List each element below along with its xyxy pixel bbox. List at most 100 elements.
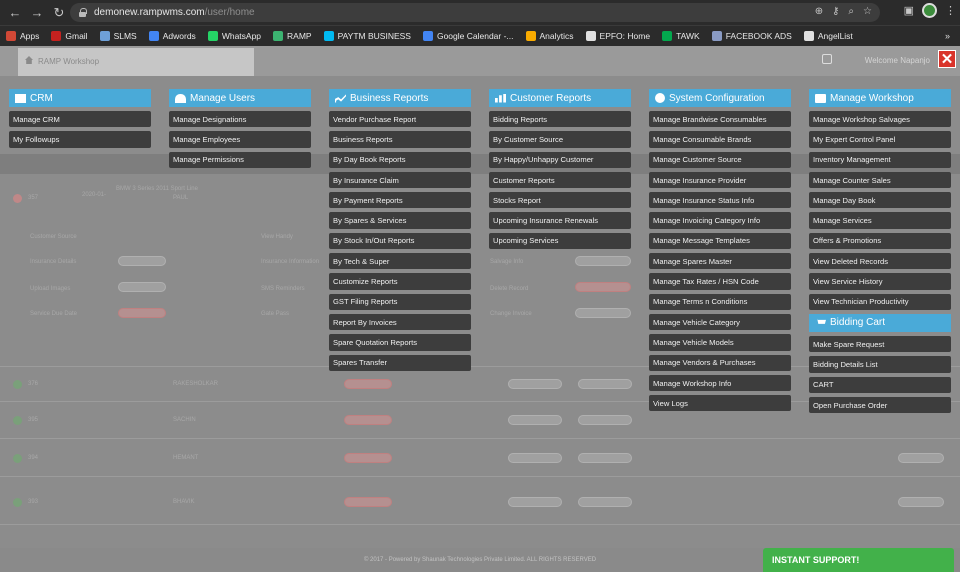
menu-item[interactable]: Manage Message Templates [649,232,791,250]
menu-item[interactable]: Manage Consumable Brands [649,131,791,148]
menu-item[interactable]: Offers & Promotions [809,232,951,250]
menu-item[interactable]: Manage Vendors & Purchases [649,354,791,371]
menu-item[interactable]: Manage Services [809,212,951,229]
menu-item[interactable]: Manage CRM [9,111,151,128]
close-menu-button[interactable]: ✕ [938,50,956,68]
back-arrow-icon[interactable]: ← [4,5,26,20]
menu-item[interactable]: Manage Insurance Status Info [649,192,791,209]
workshop-tab[interactable]: RAMP Workshop [18,48,254,76]
url-path: /user/home [204,7,255,18]
menu-item[interactable]: Manage Invoicing Category Info [649,212,791,229]
bookmark-label: SLMS [113,31,137,41]
camera-icon[interactable]: ▣ [904,4,914,17]
menu-item[interactable]: Manage Spares Master [649,253,791,270]
menu-item[interactable]: Customize Reports [329,273,471,290]
menu-item[interactable]: Manage Insurance Provider [649,171,791,189]
bookmark-item[interactable]: Gmail [51,31,88,41]
menu-customer-reports: Customer Reports Bidding Reports By Custo… [489,89,631,253]
menu-item[interactable]: Open Purchase Order [809,396,951,414]
menu-item[interactable]: Customer Reports [489,171,631,189]
menu-item[interactable]: By Stock In/Out Reports [329,232,471,250]
menu-item[interactable]: Bidding Details List [809,356,951,373]
menu-item[interactable]: Upcoming Services [489,232,631,250]
menu-item-list: Bidding Reports By Customer Source By Happ… [489,111,631,250]
menu-item[interactable]: Manage Permissions [169,151,311,168]
zoom-icon[interactable]: ⌕ [848,6,854,17]
menu-item[interactable]: By Payment Reports [329,192,471,209]
menu-item[interactable]: Bidding Reports [489,111,631,128]
bg-pill [578,453,632,463]
menu-item[interactable]: Spares Transfer [329,354,471,371]
menu-item[interactable]: Manage Vehicle Models [649,334,791,351]
bookmarks-overflow-icon[interactable]: » [945,31,950,41]
menu-item[interactable]: Upcoming Insurance Renewals [489,212,631,229]
menu-item[interactable]: View Deleted Records [809,253,951,270]
menu-item[interactable]: Manage Vehicle Category [649,313,791,331]
menu-item[interactable]: View Service History [809,273,951,290]
bg-label: Insurance Information [261,259,320,265]
menu-item[interactable]: GST Filing Reports [329,293,471,310]
bookmark-item[interactable]: Google Calendar -... [422,31,514,41]
bookmark-item[interactable]: AngelList [803,31,853,41]
menu-item[interactable]: CART [809,376,951,393]
bg-pill [508,497,562,507]
menu-item[interactable]: Manage Customer Source [649,151,791,168]
reload-icon[interactable]: ↻ [48,5,70,21]
menu-item[interactable]: Manage Terms n Conditions [649,293,791,310]
bookmark-item[interactable]: FACEBOOK ADS [711,31,792,41]
menu-item[interactable]: Make Spare Request [809,335,951,353]
instant-support-button[interactable]: INSTANT SUPPORT! [763,548,954,572]
menu-item[interactable]: View Logs [649,395,791,412]
menu-item[interactable]: By Happy/Unhappy Customer [489,151,631,168]
menu-item[interactable]: Business Reports [329,131,471,148]
address-bar[interactable]: demonew.rampwms.com/user/home ⊕ ⚷ ⌕ ☆ [70,3,880,22]
menu-item[interactable]: By Day Book Reports [329,151,471,168]
bookmark-icon [99,31,110,41]
menu-workshop: Manage Workshop Manage Workshop Salvages… [809,89,951,417]
bookmark-item[interactable]: Apps [6,31,39,41]
menu-item[interactable]: Manage Workshop Info [649,374,791,392]
menu-item[interactable]: Report By Invoices [329,313,471,331]
menu-item[interactable]: Manage Counter Sales [809,171,951,189]
kebab-menu-icon[interactable]: ⋮ [945,4,956,17]
bookmark-item[interactable]: EPFO: Home [585,31,651,41]
menu-item[interactable]: By Insurance Claim [329,171,471,189]
menu-item[interactable]: By Customer Source [489,131,631,148]
location-icon[interactable]: ⊕ [815,6,823,17]
menu-header-label: System Configuration [669,92,765,104]
bookmark-item[interactable]: PAYTM BUSINESS [323,31,411,41]
bookmark-label: Gmail [65,31,88,41]
bookmark-icon [711,31,722,41]
menu-item[interactable]: Manage Brandwise Consumables [649,111,791,128]
bookmark-item[interactable]: SLMS [99,31,137,41]
menu-item[interactable]: Stocks Report [489,192,631,209]
row-id: 376 [28,381,39,387]
forward-arrow-icon[interactable]: → [26,5,48,20]
menu-item[interactable]: My Followups [9,131,151,148]
menu-item[interactable]: Manage Tax Rates / HSN Code [649,273,791,290]
menu-item[interactable]: Spare Quotation Reports [329,334,471,351]
lock-icon [78,8,87,17]
menu-item[interactable]: My Expert Control Panel [809,131,951,148]
bookmark-item[interactable]: RAMP [273,31,312,41]
menu-item[interactable]: By Spares & Services [329,212,471,229]
menu-item[interactable]: View Technician Productivity [809,293,951,310]
profile-avatar[interactable] [922,3,937,18]
star-icon[interactable]: ☆ [863,6,872,17]
menu-item[interactable]: Inventory Management [809,151,951,168]
bookmark-item[interactable]: TAWK [662,31,700,41]
menu-item[interactable]: Manage Designations [169,111,311,128]
menu-item[interactable]: Manage Day Book [809,192,951,209]
key-icon[interactable]: ⚷ [832,6,839,17]
bookmark-item[interactable]: Adwords [148,31,196,41]
bookmark-label: EPFO: Home [599,31,651,41]
menu-item[interactable]: By Tech & Super [329,253,471,270]
bookmark-icon [323,31,334,41]
menu-item[interactable]: Manage Workshop Salvages [809,111,951,128]
menu-item[interactable]: Vendor Purchase Report [329,111,471,128]
bookmark-item[interactable]: Analytics [525,31,574,41]
row-date: 2020-01- [82,192,107,198]
bookmark-item[interactable]: WhatsApp [207,31,261,41]
row-customer: BHAVIK [173,499,195,505]
menu-item[interactable]: Manage Employees [169,131,311,148]
